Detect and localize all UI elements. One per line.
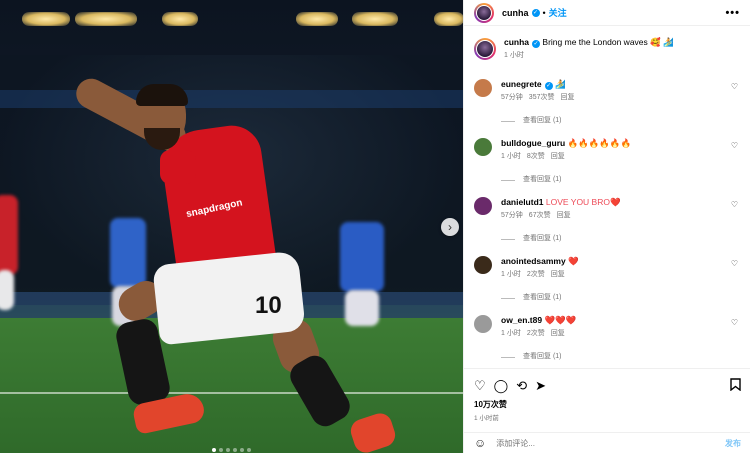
add-comment-bar: ☺ 发布 — [464, 432, 750, 453]
comment-time: 1 小时 — [501, 271, 521, 278]
caption-time: 1 小时 — [504, 52, 524, 59]
send-icon[interactable]: ➤ — [535, 378, 546, 394]
carousel-indicator — [0, 448, 463, 452]
reply-button[interactable]: 回复 — [551, 330, 565, 337]
view-replies-label: 查看回复 (1) — [523, 294, 562, 301]
comment-time: 57分钟 — [501, 94, 523, 101]
pitch-line — [0, 392, 463, 394]
background-player-shorts — [345, 290, 379, 326]
background-player — [110, 218, 146, 288]
next-image-button[interactable]: › — [441, 218, 459, 236]
caption-username[interactable]: cunha — [504, 37, 529, 47]
carousel-dot — [247, 448, 251, 452]
comment-likes[interactable]: 357次赞 — [529, 94, 555, 101]
background-player — [0, 195, 18, 275]
carousel-dot — [219, 448, 223, 452]
reply-button[interactable]: 回复 — [560, 94, 574, 101]
comment-time: 1 小时 — [501, 153, 521, 160]
player-sleeve — [160, 150, 196, 184]
carousel-dot — [240, 448, 244, 452]
separator: • — [542, 7, 546, 18]
share-icon[interactable]: ⟲ — [516, 378, 527, 394]
instagram-post-view: snapdragon 10 › cunha ✓ • 关注 ••• cunha ✓ … — [0, 0, 750, 453]
emoji-icon[interactable]: ☺ — [474, 436, 486, 450]
like-heart-icon[interactable]: ♡ — [474, 378, 486, 394]
reply-button[interactable]: 回复 — [551, 153, 565, 160]
action-bar: ♡ ◯ ⟲ ➤ 10万次赞 1 小时前 — [464, 368, 750, 422]
reply-button[interactable]: 回复 — [557, 212, 571, 219]
player-hair — [136, 84, 188, 106]
comment-text: 🔥🔥🔥🔥🔥🔥 — [567, 138, 632, 148]
comment-time: 1 小时 — [501, 330, 521, 337]
comment-likes[interactable]: 2次赞 — [527, 271, 545, 278]
carousel-dot — [226, 448, 230, 452]
avatar[interactable] — [474, 197, 492, 215]
verified-icon: ✓ — [531, 8, 540, 17]
post-caption: cunha ✓ Bring me the London waves 🥰 🏄 1 小… — [474, 36, 740, 78]
view-replies-label: 查看回复 (1) — [523, 235, 562, 242]
post-comment-button[interactable]: 发布 — [725, 438, 741, 449]
comments-feed[interactable]: cunha ✓ Bring me the London waves 🥰 🏄 1 小… — [464, 26, 750, 373]
view-replies-button[interactable]: 查看回复 (1) — [501, 351, 731, 363]
comment-username[interactable]: ow_en.t89 — [501, 315, 542, 325]
comment-row: eunegrete ✓ 🏄 57分钟 357次赞 回复查看回复 (1) ♡ — [474, 78, 740, 137]
caption-text: Bring me the London waves 🥰 🏄 — [542, 37, 674, 47]
verified-icon: ✓ — [544, 82, 553, 90]
more-options-icon[interactable]: ••• — [725, 7, 740, 19]
carousel-dot — [212, 448, 216, 452]
comment-username[interactable]: anointedsammy — [501, 256, 566, 266]
avatar[interactable] — [474, 38, 496, 60]
comment-like-icon[interactable]: ♡ — [731, 200, 738, 209]
post-time: 1 小时前 — [474, 415, 499, 422]
view-replies-label: 查看回复 (1) — [523, 176, 562, 183]
view-replies-button[interactable]: 查看回复 (1) — [501, 292, 731, 304]
comment-row: ow_en.t89 ❤️❤️❤️ 1 小时 2次赞 回复查看回复 (1) ♡ — [474, 314, 740, 373]
comment-username[interactable]: danielutd1 — [501, 197, 544, 207]
background-player-shorts — [0, 270, 14, 310]
comment-list: eunegrete ✓ 🏄 57分钟 357次赞 回复 查看回复 (1) ♡ bulldogu… — [474, 78, 740, 373]
comment-like-icon[interactable]: ♡ — [731, 318, 738, 327]
comment-likes[interactable]: 67次赞 — [529, 212, 551, 219]
carousel-dot — [233, 448, 237, 452]
avatar[interactable] — [474, 138, 492, 156]
follow-button[interactable]: 关注 — [549, 6, 567, 19]
comment-row: anointedsammy ❤️ 1 小时 2次赞 回复查看回复 (1) ♡ — [474, 255, 740, 314]
post-side-panel: cunha ✓ • 关注 ••• cunha ✓ Bring me the Lon… — [463, 0, 750, 453]
shorts-number: 10 — [255, 292, 282, 319]
comment-text: LOVE YOU BRO❤️ — [545, 197, 621, 207]
avatar[interactable] — [474, 315, 492, 333]
post-username[interactable]: cunha — [502, 8, 529, 18]
background-player — [340, 222, 384, 292]
post-header: cunha ✓ • 关注 ••• — [464, 0, 750, 26]
reply-button[interactable]: 回复 — [551, 271, 565, 278]
like-count[interactable]: 10万次赞 — [474, 399, 741, 410]
comment-icon[interactable]: ◯ — [494, 378, 509, 394]
view-replies-button[interactable]: 查看回复 (1) — [501, 233, 731, 245]
comment-row: bulldogue_guru 🔥🔥🔥🔥🔥🔥 1 小时 8次赞 回复查看回复 (1) ♡ — [474, 137, 740, 196]
bookmark-icon[interactable] — [730, 378, 741, 394]
avatar[interactable] — [474, 256, 492, 274]
comment-like-icon[interactable]: ♡ — [731, 82, 738, 91]
comment-row: danielutd1 LOVE YOU BRO❤️ 57分钟 67次赞 回复查看回复 … — [474, 196, 740, 255]
verified-icon: ✓ — [532, 40, 541, 48]
post-image[interactable]: snapdragon 10 › — [0, 0, 463, 453]
stadium-banner — [0, 90, 463, 108]
comment-text: ❤️ — [568, 256, 579, 266]
view-replies-label: 查看回复 (1) — [523, 117, 562, 124]
avatar[interactable] — [474, 79, 492, 97]
view-replies-label: 查看回复 (1) — [523, 353, 562, 360]
view-replies-button[interactable]: 查看回复 (1) — [501, 174, 731, 186]
comment-text: 🏄 — [555, 79, 566, 89]
comment-input[interactable] — [496, 438, 697, 448]
avatar[interactable] — [474, 2, 494, 23]
comment-text: ❤️❤️❤️ — [544, 315, 577, 325]
comment-username[interactable]: bulldogue_guru — [501, 138, 565, 148]
comment-like-icon[interactable]: ♡ — [731, 259, 738, 268]
comment-time: 57分钟 — [501, 212, 523, 219]
comment-username[interactable]: eunegrete — [501, 79, 542, 89]
comment-likes[interactable]: 2次赞 — [527, 330, 545, 337]
comment-likes[interactable]: 8次赞 — [527, 153, 545, 160]
comment-like-icon[interactable]: ♡ — [731, 141, 738, 150]
view-replies-button[interactable]: 查看回复 (1) — [501, 115, 731, 127]
